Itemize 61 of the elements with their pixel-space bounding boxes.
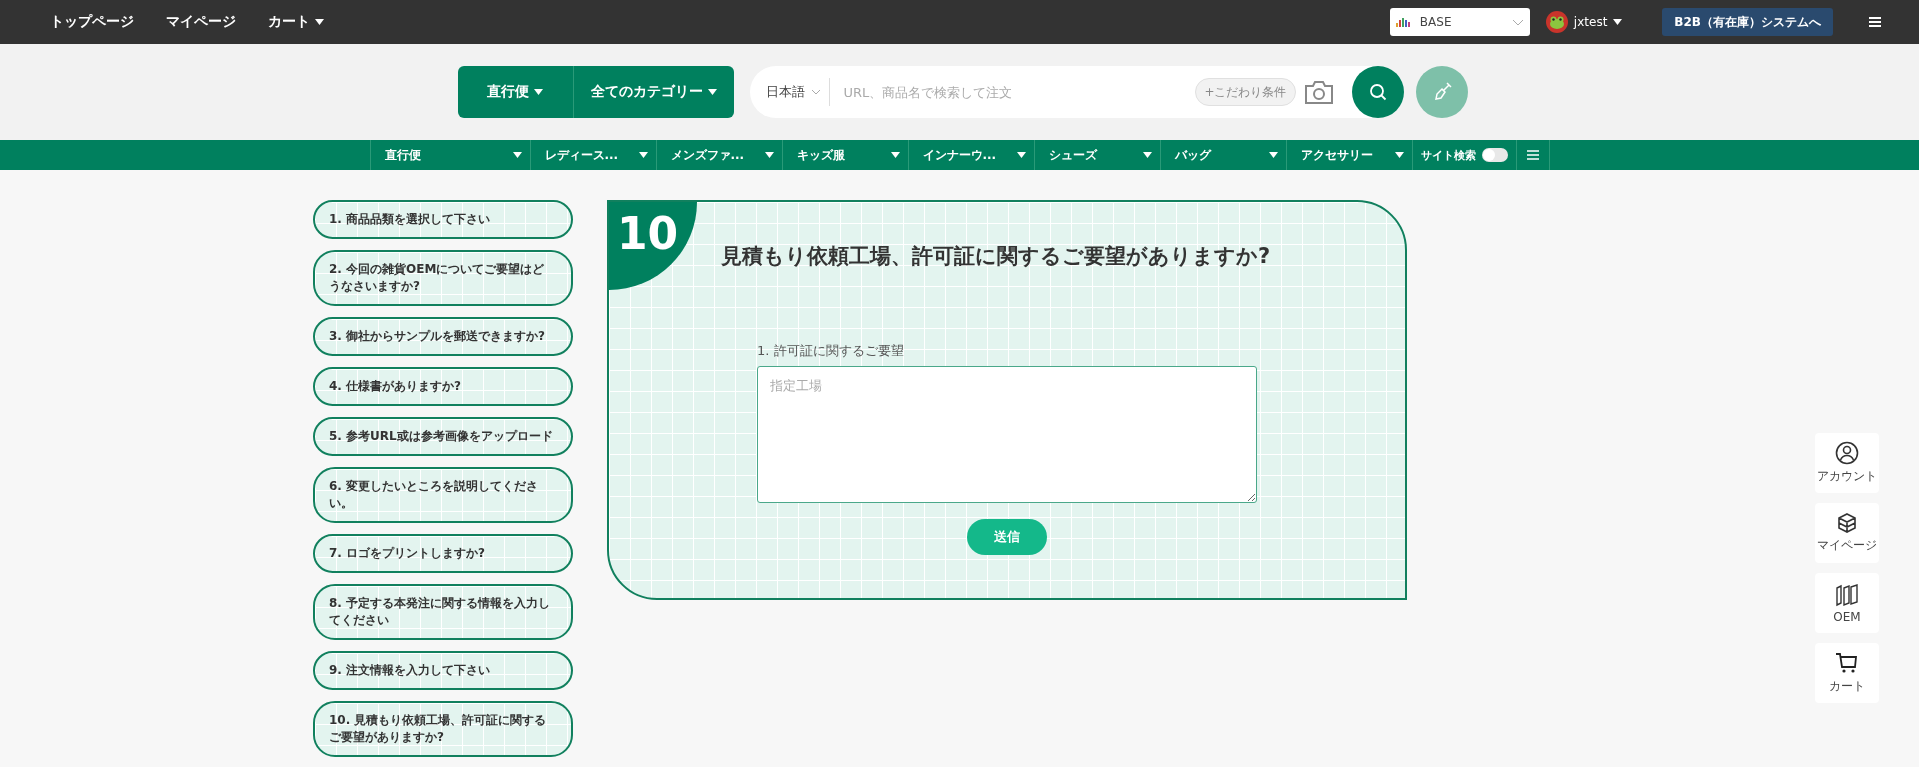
step-item[interactable]: 8. 予定する本発注に関する情報を入力してください [313, 584, 573, 640]
step-item[interactable]: 5. 参考URL或は参考画像をアップロード [313, 417, 573, 456]
camera-icon[interactable] [1303, 79, 1334, 105]
category-tab[interactable]: インナーウ... [907, 140, 1034, 170]
side-button[interactable]: アカウント [1815, 433, 1879, 493]
step-item[interactable]: 3. 御社からサンプルを郵送できますか? [313, 317, 573, 356]
caret-icon [1394, 152, 1404, 158]
caret-icon [764, 152, 774, 158]
category-tab[interactable]: レディース... [529, 140, 656, 170]
step-item[interactable]: 2. 今回の雑貨OEMについてご要望はどうなさいますか? [313, 250, 573, 306]
side-button[interactable]: OEM [1815, 573, 1879, 633]
caret-icon [512, 152, 522, 158]
caret-icon [1016, 152, 1026, 158]
category-dropdown[interactable]: 全てのカテゴリー [573, 66, 734, 118]
category-tab[interactable]: 直行便 [369, 140, 530, 170]
step-item[interactable]: 7. ロゴをプリントしますか? [313, 534, 573, 573]
oem-logo-icon [1835, 582, 1859, 607]
system-button[interactable]: B2B（有在庫）システムへ [1662, 8, 1833, 36]
cart-icon [1835, 651, 1859, 675]
caret-icon [1142, 152, 1152, 158]
box-icon [1836, 512, 1858, 534]
question-title: 見積もり依頼工場、許可証に関するご要望がありますか? [721, 243, 1271, 270]
answer-box[interactable]: 指定工場 [757, 366, 1257, 503]
store-select[interactable]: BASE [1389, 8, 1530, 36]
shipping-dropdown[interactable]: 直行便 [457, 66, 574, 118]
chevron-icon [810, 89, 821, 95]
language-select[interactable]: 日本語 [765, 78, 830, 106]
field-label: 1. 許可証に関するご要望 [757, 342, 904, 360]
caret-icon [707, 89, 717, 95]
nav-link[interactable]: マイページ [166, 13, 236, 31]
search-field[interactable]: URL、商品名で検索して注文 [829, 84, 1196, 100]
user-icon [1835, 441, 1859, 465]
category-tab[interactable]: バッグ [1159, 140, 1286, 170]
category-tab[interactable]: アクセサリー [1285, 140, 1412, 170]
user-name[interactable]: jxtest [1573, 15, 1608, 29]
caret-icon [638, 152, 648, 158]
step-item[interactable]: 1. 商品品類を選択して下さい [313, 200, 573, 239]
caret-icon [890, 152, 900, 158]
chevron-icon [1511, 18, 1524, 26]
caret-icon [315, 19, 324, 25]
step-item[interactable]: 9. 注文情報を入力して下さい [313, 651, 573, 690]
side-button[interactable]: マイページ [1815, 503, 1879, 563]
frog-avatar-icon [1545, 11, 1568, 33]
side-button[interactable]: カート [1815, 643, 1879, 703]
category-tab[interactable]: メンズファ... [655, 140, 782, 170]
step-item[interactable]: 4. 仕様書がありますか? [313, 367, 573, 406]
step-item[interactable]: 6. 変更したいところを説明してください。 [313, 467, 573, 523]
site-search-label: サイト検索 [1420, 147, 1476, 163]
category-tab[interactable]: シューズ [1033, 140, 1160, 170]
caret-icon [1268, 152, 1278, 158]
search-icon [1368, 83, 1387, 101]
site-search-toggle[interactable] [1481, 148, 1508, 162]
category-tab[interactable]: キッズ服 [781, 140, 908, 170]
caret-icon [534, 89, 543, 95]
caret-icon [1613, 19, 1623, 25]
menu-icon[interactable] [1869, 17, 1881, 27]
question-number: 10 [609, 202, 697, 290]
store-name: BASE [1419, 15, 1453, 29]
nav-link[interactable]: カート [268, 13, 324, 31]
step-item[interactable]: 10. 見積もり依頼工場、許可証に関するご要望がありますか? [313, 701, 573, 757]
nav-link[interactable]: トップページ [50, 13, 134, 31]
